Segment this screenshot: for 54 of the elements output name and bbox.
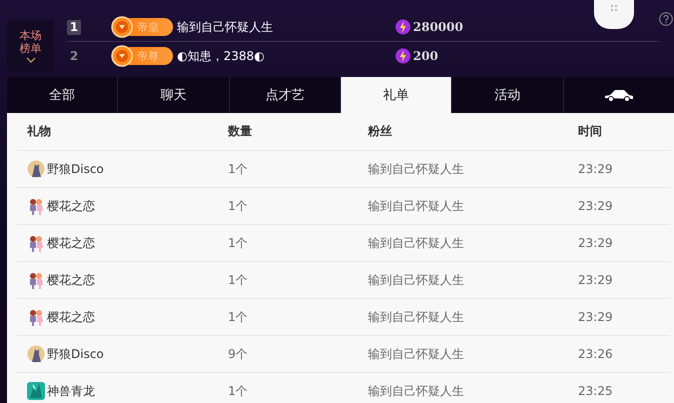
user-name: ◐知患，2388◐ bbox=[177, 48, 266, 64]
table-cell-text: 1个 bbox=[228, 308, 249, 326]
table-cell-text: 1个 bbox=[228, 198, 249, 214]
lightning-icon bbox=[395, 48, 411, 64]
table-cell-text: 1个 bbox=[228, 234, 249, 252]
medal-icon bbox=[111, 16, 133, 38]
table-cell-text: 输到自己怀疑人生 bbox=[368, 160, 465, 178]
score-value: 280000 bbox=[413, 20, 464, 34]
table-cell-text: 9个 bbox=[228, 346, 249, 362]
help-icon[interactable] bbox=[659, 12, 673, 26]
table-cell-text: 23:29 bbox=[578, 310, 614, 324]
chevron-down-icon bbox=[26, 56, 36, 62]
table-cell-text: 输到自己怀疑人生 bbox=[368, 198, 465, 214]
couple-figure-icon bbox=[27, 196, 45, 216]
couple-figure-icon bbox=[27, 233, 45, 253]
rank-number: 1 bbox=[67, 20, 81, 34]
couple-figure-icon bbox=[27, 270, 45, 290]
table-cell-text: 输到自己怀疑人生 bbox=[368, 234, 465, 252]
user-name: 输到自己怀疑人生 bbox=[177, 18, 274, 36]
table-cell-text: 1个 bbox=[228, 382, 249, 400]
gift-name: 樱花之恋 bbox=[47, 308, 95, 326]
couple-figure-icon bbox=[27, 307, 45, 327]
table-cell-text: 23:29 bbox=[578, 162, 614, 176]
gift-name: 神兽青龙 bbox=[47, 382, 95, 400]
gift-name: 野狼Disco bbox=[47, 346, 104, 362]
table-cell-text: 输到自己怀疑人生 bbox=[368, 308, 465, 326]
medal-icon bbox=[111, 45, 133, 67]
rank-badge: 帝尊 bbox=[113, 47, 173, 65]
table-cell-text: 23:25 bbox=[578, 384, 614, 398]
gift-name: 樱花之恋 bbox=[47, 198, 95, 214]
column-header: 时间 bbox=[578, 123, 603, 140]
gift-name: 樱花之恋 bbox=[47, 272, 95, 288]
table-cell-text: 输到自己怀疑人生 bbox=[368, 272, 465, 288]
table-cell-text: 输到自己怀疑人生 bbox=[368, 346, 465, 362]
table-cell-text: 1个 bbox=[228, 272, 249, 288]
lightning-icon bbox=[395, 19, 411, 35]
table-cell-text: 1个 bbox=[228, 160, 249, 178]
rank-badge: 帝皇 bbox=[113, 18, 173, 36]
table-cell-text: 23:29 bbox=[578, 236, 614, 250]
car-icon bbox=[602, 88, 635, 102]
table-cell-text: 输到自己怀疑人生 bbox=[368, 382, 465, 400]
column-header: 粉丝 bbox=[368, 123, 393, 140]
column-header: 礼物 bbox=[27, 123, 52, 140]
gift-name: 野狼Disco bbox=[47, 160, 104, 178]
table-cell-text: 23:26 bbox=[578, 347, 614, 361]
tab[interactable]: 礼单 bbox=[340, 77, 452, 113]
drag-handle[interactable] bbox=[594, 0, 634, 29]
gift-name: 樱花之恋 bbox=[47, 234, 95, 252]
table-cell-text: 23:29 bbox=[578, 273, 614, 287]
column-header: 数量 bbox=[228, 123, 253, 140]
grip-icon bbox=[611, 5, 617, 11]
table-cell-text: 23:29 bbox=[578, 199, 614, 213]
rank-number: 2 bbox=[68, 48, 80, 64]
score-value: 200 bbox=[413, 49, 438, 63]
